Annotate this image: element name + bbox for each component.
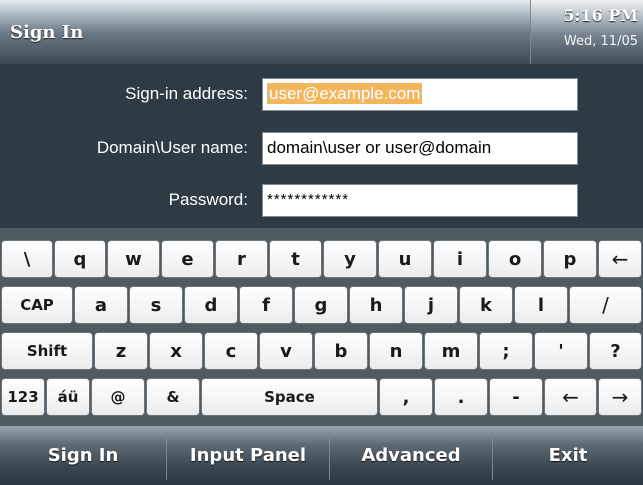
key-x[interactable]: x [149,332,203,370]
signin-address-field[interactable]: user@example.com [262,78,578,111]
backspace-key[interactable]: ← [598,240,642,278]
advanced-button[interactable]: Advanced [330,426,492,485]
signin-address-value: user@example.com [267,83,423,104]
key-i[interactable]: i [433,240,487,278]
input-panel-button[interactable]: Input Panel [167,426,329,485]
key-u[interactable]: u [378,240,432,278]
key-y[interactable]: y [323,240,377,278]
clock-time: 5:16 PM [563,6,638,25]
password-field[interactable]: ************ [262,184,578,217]
bottom-button-bar: Sign In Input Panel Advanced Exit [0,426,643,485]
clock-panel: 5:16 PM Wed, 11/05 [530,0,643,64]
exit-button[interactable]: Exit [493,426,643,485]
signin-address-label: Sign-in address: [125,84,248,103]
key-a[interactable]: a [74,286,128,324]
key-j[interactable]: j [404,286,458,324]
key-apostrophe[interactable]: ' [534,332,588,370]
key-p[interactable]: p [543,240,597,278]
key-m[interactable]: m [424,332,478,370]
domain-username-label: Domain\User name: [96,138,248,157]
key-o[interactable]: o [488,240,542,278]
key-s[interactable]: s [129,286,183,324]
shift-key[interactable]: Shift [1,332,93,370]
key-r[interactable]: r [215,240,268,278]
domain-username-field[interactable]: domain\user or user@domain [262,132,578,165]
key-n[interactable]: n [369,332,423,370]
key-semicolon[interactable]: ; [479,332,533,370]
key-backslash[interactable]: \ [1,240,53,278]
cursor-right-key[interactable]: → [598,378,642,416]
title-bar: Sign In 5:16 PM Wed, 11/05 [0,0,643,64]
key-comma[interactable]: , [379,378,433,416]
clock-date: Wed, 11/05 [563,34,638,49]
key-q[interactable]: q [54,240,106,278]
key-f[interactable]: f [239,286,293,324]
key-g[interactable]: g [294,286,348,324]
key-b[interactable]: b [314,332,368,370]
key-period[interactable]: . [434,378,488,416]
key-k[interactable]: k [459,286,513,324]
key-slash[interactable]: / [569,286,642,324]
key-at[interactable]: @ [91,378,145,416]
window-title: Sign In [10,22,84,43]
key-z[interactable]: z [94,332,148,370]
key-d[interactable]: d [184,286,238,324]
cursor-left-key[interactable]: ← [544,378,597,416]
key-question[interactable]: ? [589,332,642,370]
key-e[interactable]: e [161,240,214,278]
key-hyphen[interactable]: - [489,378,543,416]
sign-in-button[interactable]: Sign In [0,426,166,485]
accent-mode-key[interactable]: áü [46,378,90,416]
key-w[interactable]: w [107,240,160,278]
key-v[interactable]: v [259,332,313,370]
key-ampersand[interactable]: & [146,378,200,416]
caps-lock-key[interactable]: CAP [1,286,73,324]
key-c[interactable]: c [204,332,258,370]
key-h[interactable]: h [349,286,403,324]
space-key[interactable]: Space [201,378,378,416]
key-t[interactable]: t [269,240,322,278]
numeric-mode-key[interactable]: 123 [1,378,45,416]
on-screen-keyboard: \ q w e r t y u i o p ← CAP a s d f g h … [0,228,643,426]
key-l[interactable]: l [514,286,568,324]
sign-in-form: Sign-in address: user@example.com Domain… [0,64,643,228]
password-label: Password: [168,190,248,209]
